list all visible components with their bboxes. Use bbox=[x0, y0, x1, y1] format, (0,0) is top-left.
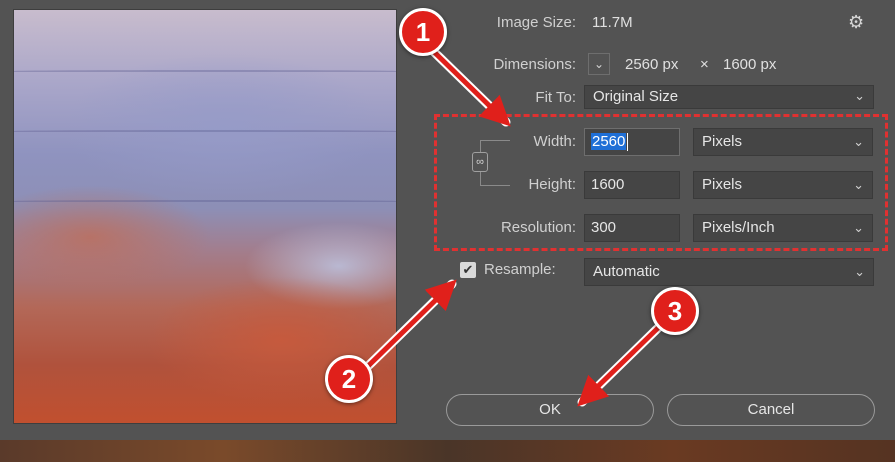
step-badge-3: 3 bbox=[651, 287, 699, 335]
step-badge-1: 1 bbox=[399, 8, 447, 56]
step-badge-2: 2 bbox=[325, 355, 373, 403]
annotation-arrows bbox=[357, 43, 665, 407]
background-strip bbox=[0, 440, 895, 462]
